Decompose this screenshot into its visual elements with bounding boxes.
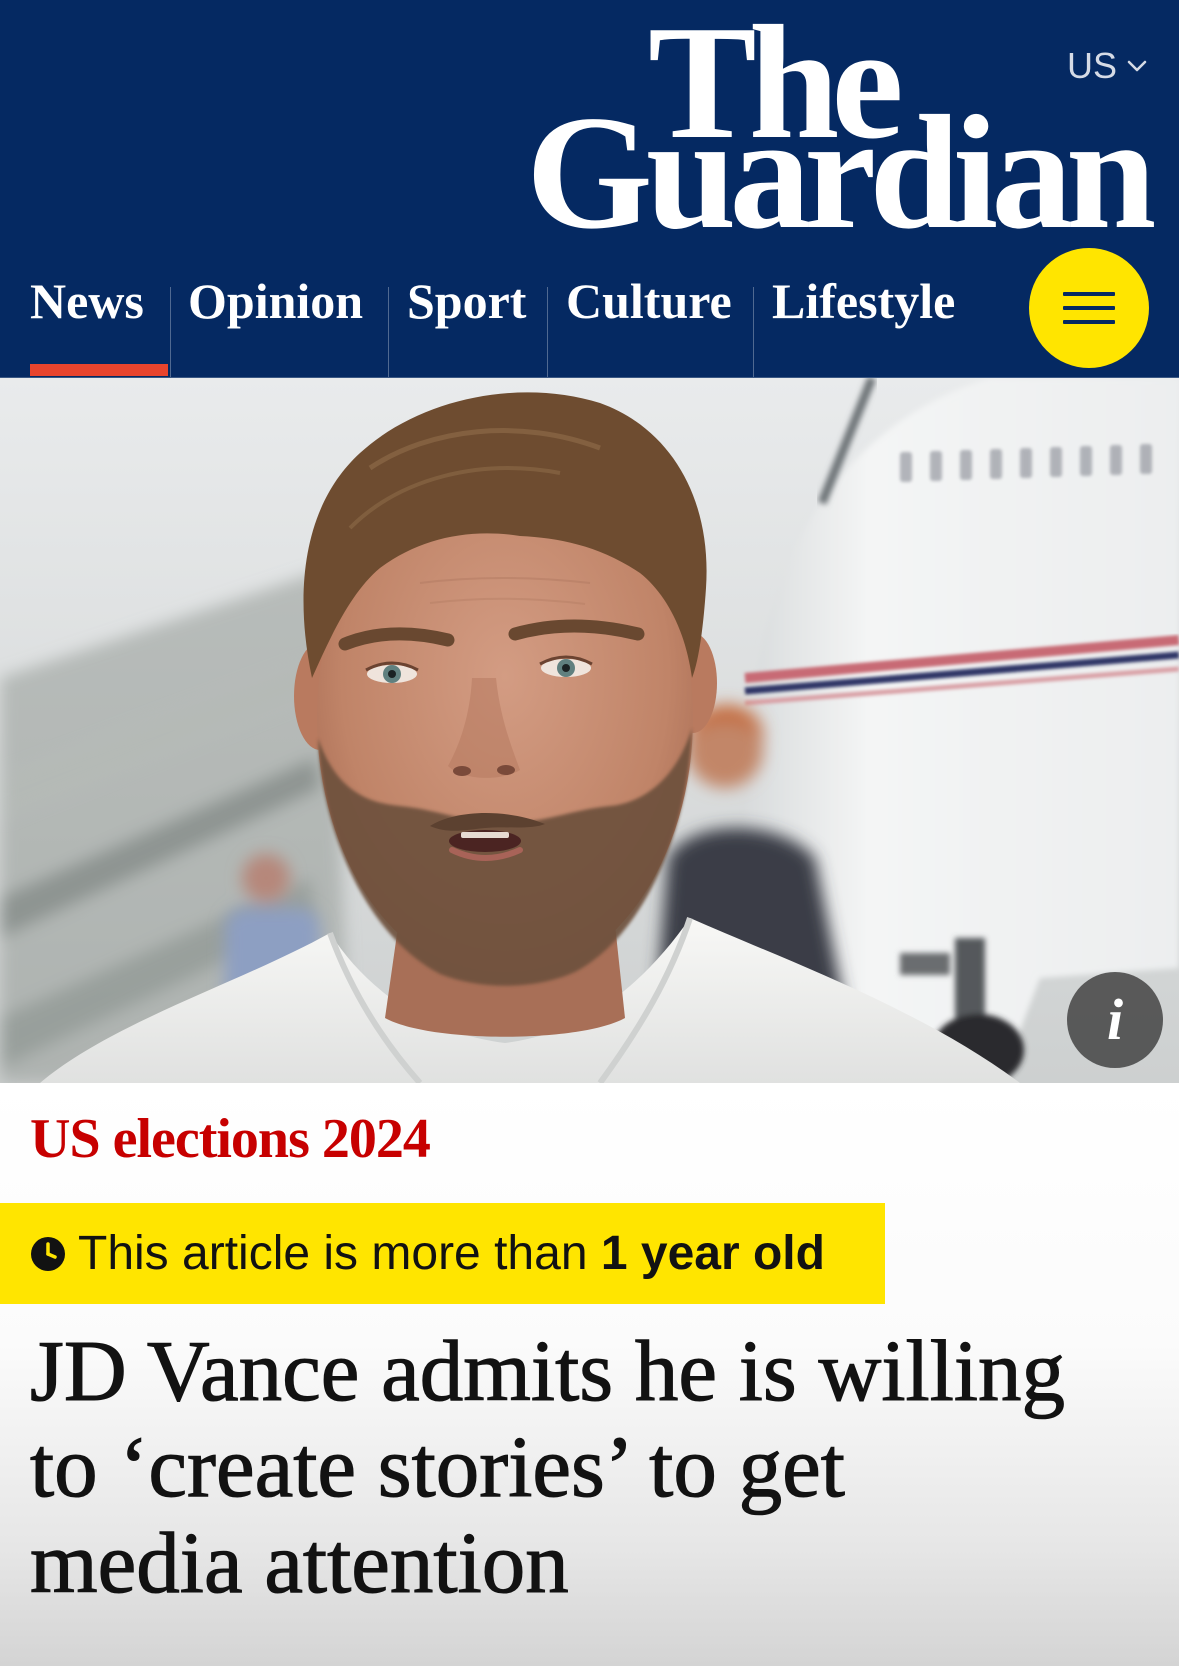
nav-divider xyxy=(753,287,754,377)
nav-item-news[interactable]: News xyxy=(30,276,144,326)
hamburger-menu-icon-bar xyxy=(1063,306,1115,310)
nav-divider xyxy=(388,287,389,377)
nav-active-indicator xyxy=(30,364,168,376)
age-notice-emphasis: 1 year old xyxy=(600,1226,825,1280)
info-icon: i xyxy=(1106,987,1124,1052)
menu-button[interactable] xyxy=(1029,248,1149,368)
chevron-down-icon xyxy=(1127,60,1147,72)
hero-photo xyxy=(0,378,1179,1083)
nav-item-opinion[interactable]: Opinion xyxy=(188,276,363,326)
guardian-logo[interactable]: The Guardian xyxy=(520,0,1156,255)
nav-item-culture[interactable]: Culture xyxy=(566,276,732,326)
headline-line: media attention xyxy=(29,1514,569,1611)
series-link[interactable]: US elections 2024 xyxy=(30,1111,431,1167)
hamburger-menu-icon-bar xyxy=(1063,292,1115,296)
article-age-notice: This article is more than 1 year old xyxy=(0,1203,885,1304)
headline-line: JD Vance admits he is willing xyxy=(29,1322,1066,1419)
nav-item-sport[interactable]: Sport xyxy=(407,276,526,326)
hamburger-menu-icon-bar xyxy=(1063,320,1115,324)
clock-icon xyxy=(31,1236,65,1271)
nav-item-lifestyle[interactable]: Lifestyle xyxy=(772,276,955,326)
site-header: The Guardian US News Opinion Sport Cultu… xyxy=(0,0,1179,378)
hero-image: i xyxy=(0,378,1179,1083)
edition-switcher[interactable]: US xyxy=(1067,44,1147,88)
image-info-button[interactable]: i xyxy=(1067,972,1163,1068)
edition-label: US xyxy=(1067,45,1118,86)
article-header: US elections 2024 This article is more t… xyxy=(0,1083,1179,1666)
nav-divider xyxy=(170,287,171,377)
age-notice-text: This article is more than 1 year old xyxy=(78,1226,825,1282)
age-notice-prefix: This article is more than xyxy=(78,1226,601,1280)
nav-divider xyxy=(547,287,548,377)
headline-line: to ‘create stories’ to get xyxy=(29,1418,845,1515)
logo-line-guardian: Guardian xyxy=(526,83,1156,263)
article-headline: JD Vance admits he is willing to ‘create… xyxy=(29,1322,1150,1611)
